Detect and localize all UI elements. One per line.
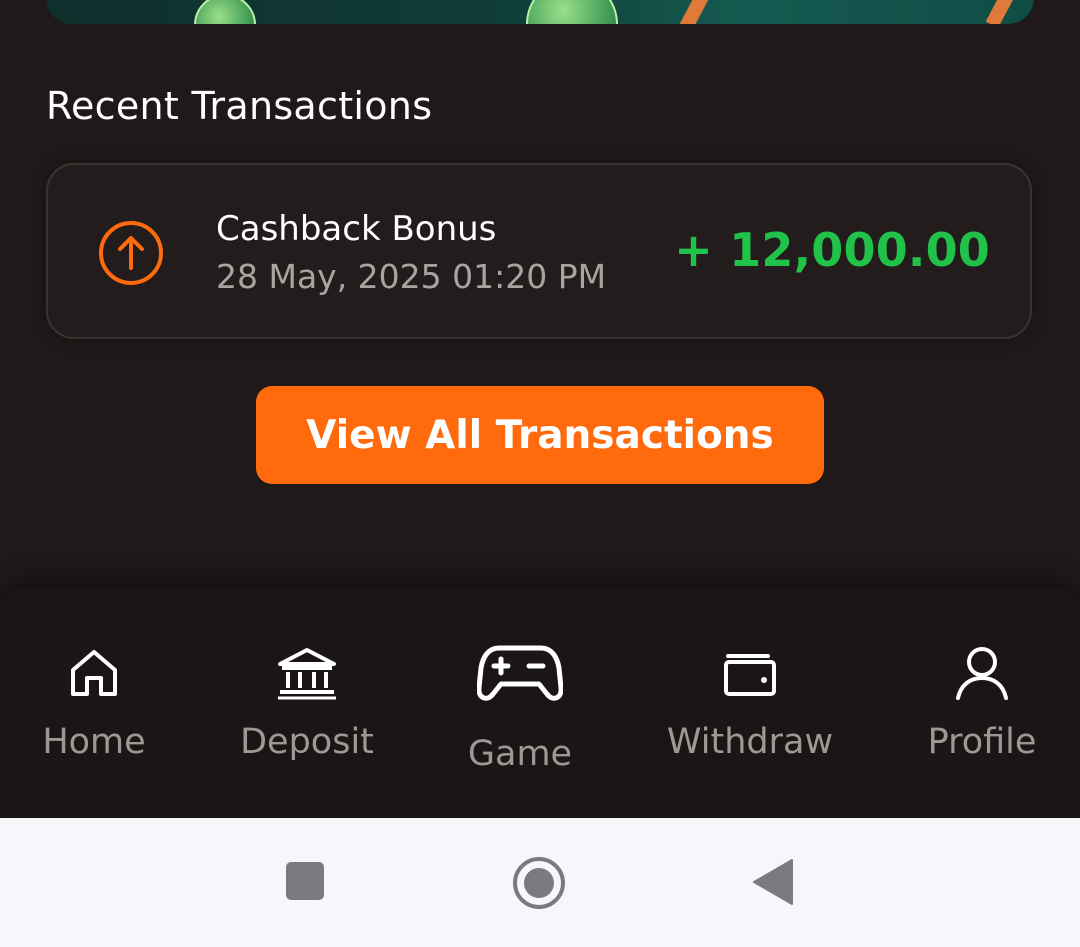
section-title: Recent Transactions (46, 84, 433, 128)
nav-item-game[interactable]: Game (440, 588, 600, 818)
wallet-icon (724, 654, 776, 696)
app-screen: Recent Transactions Cashback Bonus 28 Ma… (0, 0, 1080, 947)
recents-square-icon[interactable] (285, 861, 325, 901)
nav-label: Home (42, 722, 146, 762)
home-icon (71, 650, 117, 696)
view-all-transactions-button[interactable]: View All Transactions (256, 386, 824, 484)
home-circle-icon[interactable] (511, 855, 567, 911)
transaction-date: 28 May, 2025 01:20 PM (216, 257, 607, 296)
nav-label: Profile (927, 722, 1037, 762)
back-triangle-icon[interactable] (752, 858, 794, 906)
user-icon (956, 647, 1008, 700)
bottom-nav: Home Deposit Game Withdraw Profile (0, 588, 1080, 818)
arrow-up-circle-icon (99, 221, 163, 285)
nav-label: Game (467, 734, 573, 774)
bank-icon (278, 648, 336, 700)
transaction-title: Cashback Bonus (216, 209, 497, 249)
nav-item-deposit[interactable]: Deposit (222, 588, 392, 818)
nav-label: Deposit (240, 722, 374, 762)
nav-item-home[interactable]: Home (14, 588, 174, 818)
system-nav-bar (0, 818, 1080, 947)
banner-stripe (675, 0, 731, 24)
nav-item-profile[interactable]: Profile (912, 588, 1052, 818)
gamepad-icon (477, 645, 563, 701)
banner-stripe (985, 0, 1034, 24)
nav-label: Withdraw (666, 722, 834, 762)
transaction-amount: + 12,000.00 (674, 223, 990, 277)
transaction-item[interactable]: Cashback Bonus 28 May, 2025 01:20 PM + 1… (46, 163, 1032, 339)
token-coin-icon (194, 0, 256, 24)
promo-banner[interactable] (46, 0, 1034, 24)
nav-item-withdraw[interactable]: Withdraw (650, 588, 850, 818)
token-coin-icon (526, 0, 618, 24)
